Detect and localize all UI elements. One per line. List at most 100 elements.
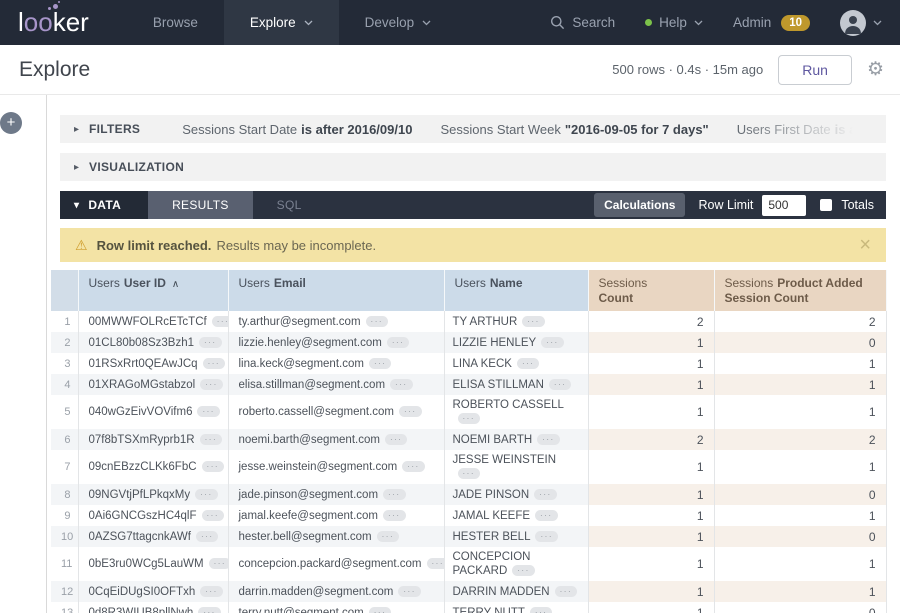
cell-menu-button[interactable]: ··· — [377, 531, 400, 542]
cell-menu-button[interactable]: ··· — [212, 316, 228, 327]
cell-menu-button[interactable]: ··· — [537, 434, 560, 445]
cell-menu-button[interactable]: ··· — [202, 510, 225, 521]
cell-menu-button[interactable]: ··· — [534, 489, 557, 500]
cell-menu-button[interactable]: ··· — [458, 413, 481, 424]
add-button[interactable]: + — [0, 112, 22, 134]
cell-product-added-count[interactable]: 1 — [714, 505, 886, 526]
cell-sessions-count[interactable]: 2 — [588, 429, 714, 450]
nav-item-browse[interactable]: Browse — [127, 0, 224, 45]
cell-name[interactable]: TERRY NUTT··· — [444, 602, 588, 613]
cell-menu-button[interactable]: ··· — [399, 406, 422, 417]
cell-product-added-count[interactable]: 1 — [714, 374, 886, 395]
cell-user-id[interactable]: 0CqEiDUgSI0OFTxh··· — [78, 581, 228, 602]
column-header-email[interactable]: UsersEmail — [228, 270, 444, 311]
cell-menu-button[interactable]: ··· — [195, 489, 218, 500]
cell-menu-button[interactable]: ··· — [541, 337, 564, 348]
cell-name[interactable]: JAMAL KEEFE··· — [444, 505, 588, 526]
cell-menu-button[interactable]: ··· — [387, 337, 410, 348]
cell-sessions-count[interactable]: 1 — [588, 526, 714, 547]
cell-user-id[interactable]: 09NGVtjPfLPkqxMy··· — [78, 484, 228, 505]
cell-sessions-count[interactable]: 1 — [588, 332, 714, 353]
cell-sessions-count[interactable]: 1 — [588, 547, 714, 581]
column-header-user-id[interactable]: UsersUser ID∧ — [78, 270, 228, 311]
filter-item[interactable]: Sessions Start Dateis after 2016/09/10 — [182, 122, 412, 137]
cell-name[interactable]: LIZZIE HENLEY··· — [444, 332, 588, 353]
cell-menu-button[interactable]: ··· — [197, 406, 220, 417]
cell-name[interactable]: NOEMI BARTH··· — [444, 429, 588, 450]
cell-menu-button[interactable]: ··· — [369, 607, 392, 613]
cell-name[interactable]: DARRIN MADDEN··· — [444, 581, 588, 602]
cell-name[interactable]: JADE PINSON··· — [444, 484, 588, 505]
cell-menu-button[interactable]: ··· — [398, 586, 421, 597]
cell-menu-button[interactable]: ··· — [517, 358, 540, 369]
cell-email[interactable]: roberto.cassell@segment.com··· — [228, 395, 444, 429]
cell-menu-button[interactable]: ··· — [522, 316, 545, 327]
cell-menu-button[interactable]: ··· — [196, 531, 219, 542]
data-section-header[interactable]: ▾ DATA — [60, 191, 148, 219]
cell-product-added-count[interactable]: 1 — [714, 450, 886, 484]
cell-product-added-count[interactable]: 1 — [714, 547, 886, 581]
filter-item[interactable]: Sessions Start Week"2016-09-05 for 7 day… — [440, 122, 708, 137]
cell-sessions-count[interactable]: 2 — [588, 311, 714, 332]
gear-icon[interactable]: ⚙ — [867, 60, 884, 79]
column-header-product-added-session-count[interactable]: SessionsProduct Added Session Count — [714, 270, 886, 311]
help-menu[interactable]: Help — [645, 15, 703, 30]
cell-menu-button[interactable]: ··· — [549, 379, 572, 390]
cell-name[interactable]: HESTER BELL··· — [444, 526, 588, 547]
cell-sessions-count[interactable]: 1 — [588, 505, 714, 526]
user-menu[interactable] — [840, 10, 882, 36]
cell-sessions-count[interactable]: 1 — [588, 484, 714, 505]
cell-name[interactable]: ROBERTO CASSELL··· — [444, 395, 588, 429]
cell-user-id[interactable]: 00MWWFOLRcETcTCf··· — [78, 311, 228, 332]
cell-product-added-count[interactable]: 2 — [714, 311, 886, 332]
cell-product-added-count[interactable]: 1 — [714, 581, 886, 602]
cell-menu-button[interactable]: ··· — [555, 586, 578, 597]
cell-user-id[interactable]: 040wGzEivVOVifm6··· — [78, 395, 228, 429]
cell-menu-button[interactable]: ··· — [383, 489, 406, 500]
cell-name[interactable]: CONCEPCION PACKARD··· — [444, 547, 588, 581]
cell-menu-button[interactable]: ··· — [198, 607, 221, 613]
cell-product-added-count[interactable]: 0 — [714, 602, 886, 613]
cell-menu-button[interactable]: ··· — [202, 461, 225, 472]
cell-menu-button[interactable]: ··· — [535, 510, 558, 521]
cell-email[interactable]: jade.pinson@segment.com··· — [228, 484, 444, 505]
cell-sessions-count[interactable]: 1 — [588, 581, 714, 602]
cell-sessions-count[interactable]: 1 — [588, 450, 714, 484]
totals-checkbox[interactable] — [820, 199, 832, 211]
nav-item-explore[interactable]: Explore — [224, 0, 339, 45]
cell-menu-button[interactable]: ··· — [385, 434, 408, 445]
cell-email[interactable]: ty.arthur@segment.com··· — [228, 311, 444, 332]
cell-menu-button[interactable]: ··· — [200, 434, 223, 445]
search-button[interactable]: Search — [550, 15, 615, 30]
cell-user-id[interactable]: 07f8bTSXmRyprb1R··· — [78, 429, 228, 450]
cell-user-id[interactable]: 0Ai6GNCGszHC4qlF··· — [78, 505, 228, 526]
column-header-count[interactable]: SessionsCount — [588, 270, 714, 311]
cell-menu-button[interactable]: ··· — [535, 531, 558, 542]
cell-sessions-count[interactable]: 1 — [588, 602, 714, 613]
caret-right-icon[interactable]: ▸ — [74, 162, 79, 173]
cell-menu-button[interactable]: ··· — [402, 461, 425, 472]
cell-menu-button[interactable]: ··· — [369, 358, 392, 369]
cell-name[interactable]: TY ARTHUR··· — [444, 311, 588, 332]
cell-product-added-count[interactable]: 2 — [714, 429, 886, 450]
cell-email[interactable]: terry.nutt@segment.com··· — [228, 602, 444, 613]
cell-product-added-count[interactable]: 0 — [714, 526, 886, 547]
cell-email[interactable]: lina.keck@segment.com··· — [228, 353, 444, 374]
cell-product-added-count[interactable]: 0 — [714, 332, 886, 353]
cell-sessions-count[interactable]: 1 — [588, 395, 714, 429]
cell-menu-button[interactable]: ··· — [383, 510, 406, 521]
cell-menu-button[interactable]: ··· — [512, 565, 535, 576]
close-icon[interactable]: × — [859, 235, 871, 255]
cell-menu-button[interactable]: ··· — [200, 586, 223, 597]
cell-menu-button[interactable]: ··· — [366, 316, 389, 327]
cell-user-id[interactable]: 0d8R3WIUB8pllNwh··· — [78, 602, 228, 613]
cell-email[interactable]: darrin.madden@segment.com··· — [228, 581, 444, 602]
cell-user-id[interactable]: 09cnEBzzCLKk6FbC··· — [78, 450, 228, 484]
cell-product-added-count[interactable]: 0 — [714, 484, 886, 505]
cell-email[interactable]: noemi.barth@segment.com··· — [228, 429, 444, 450]
cell-email[interactable]: elisa.stillman@segment.com··· — [228, 374, 444, 395]
tab-results[interactable]: RESULTS — [148, 191, 253, 219]
cell-email[interactable]: lizzie.henley@segment.com··· — [228, 332, 444, 353]
nav-item-develop[interactable]: Develop — [339, 0, 458, 45]
filter-item[interactable]: Users First Dateis after 2016/09/10 — [737, 122, 886, 137]
